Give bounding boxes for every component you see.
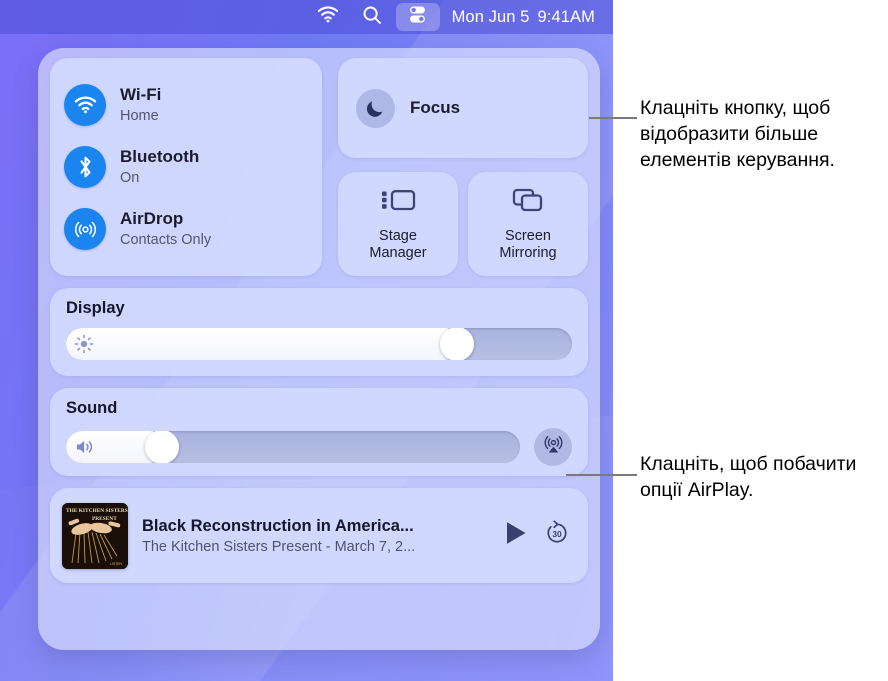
focus-tile[interactable]: Focus	[338, 58, 588, 158]
airplay-audio-button[interactable]	[534, 428, 572, 467]
screen-mirroring-label: Screen Mirroring	[499, 227, 557, 261]
callout-controls: Клацніть кнопку, щоб відобразити більше …	[640, 97, 835, 171]
connectivity-item-airdrop[interactable]: AirDrop Contacts Only	[64, 201, 308, 257]
connectivity-title-wifi: Wi-Fi	[120, 85, 162, 105]
sound-label: Sound	[66, 399, 118, 417]
sound-controls-row	[66, 428, 572, 467]
callout-leader-line-airplay	[566, 474, 637, 476]
menu-bar: Mon Jun 5 9:41AM	[0, 0, 613, 34]
airplay-icon	[542, 433, 565, 461]
stage-manager-label: Stage Manager	[369, 227, 427, 261]
callout-leader-line-controls	[589, 117, 637, 119]
connectivity-title-bluetooth: Bluetooth	[120, 147, 200, 167]
now-playing-tile: THE KITCHEN SISTERS PRESENT LISTEN Black…	[50, 488, 588, 583]
desktop-screenshot: Mon Jun 5 9:41AM Wi-Fi Home Bluetooth On…	[0, 0, 613, 681]
screen-mirroring-icon	[511, 186, 545, 219]
stage-manager-icon	[379, 186, 417, 219]
svg-text:THE KITCHEN SISTERS: THE KITCHEN SISTERS	[66, 508, 128, 514]
search-icon	[362, 5, 382, 30]
airdrop-icon	[64, 208, 106, 250]
menubar-wifi-status[interactable]	[306, 0, 350, 34]
sound-tile: Sound	[50, 388, 588, 476]
display-label: Display	[66, 299, 125, 317]
wifi-icon	[317, 6, 339, 28]
connectivity-status-wifi: Home	[120, 107, 159, 124]
brightness-icon	[74, 334, 94, 354]
screen-mirroring-tile[interactable]: Screen Mirroring	[468, 172, 588, 276]
svg-text:PRESENT: PRESENT	[92, 516, 117, 522]
menubar-time-label: 9:41AM	[537, 7, 595, 26]
now-playing-controls: 30	[504, 520, 570, 551]
connectivity-status-bluetooth: On	[120, 169, 140, 186]
control-center-panel: Wi-Fi Home Bluetooth On AirDrop Contacts…	[38, 48, 600, 650]
svg-text:LISTEN: LISTEN	[110, 562, 122, 566]
connectivity-title-airdrop: AirDrop	[120, 209, 184, 229]
brightness-slider-fill	[66, 328, 461, 361]
skip-forward-label: 30	[552, 529, 562, 539]
focus-label: Focus	[410, 98, 461, 117]
moon-icon	[356, 88, 395, 128]
now-playing-title: Black Reconstruction in America...	[142, 516, 414, 535]
album-artwork[interactable]: THE KITCHEN SISTERS PRESENT LISTEN	[62, 502, 128, 569]
connectivity-item-bluetooth[interactable]: Bluetooth On	[64, 139, 308, 195]
screenshot-root: Mon Jun 5 9:41AM Wi-Fi Home Bluetooth On…	[0, 0, 888, 681]
now-playing-subtitle: The Kitchen Sisters Present - March 7, 2…	[142, 538, 416, 555]
skip-forward-30-icon[interactable]: 30	[544, 520, 570, 551]
brightness-slider[interactable]	[66, 328, 572, 361]
control-center-icon	[407, 4, 428, 30]
now-playing-meta: Black Reconstruction in America... The K…	[142, 517, 490, 555]
volume-slider[interactable]	[66, 431, 520, 464]
connectivity-tile: Wi-Fi Home Bluetooth On AirDrop Contacts…	[50, 58, 322, 276]
callout-airplay: Клацніть, щоб побачити опції AirPlay.	[640, 453, 857, 501]
menubar-control-center-button[interactable]	[395, 3, 440, 31]
menubar-clock[interactable]: Mon Jun 5 9:41AM	[442, 8, 595, 27]
display-tile: Display	[50, 288, 588, 376]
volume-icon	[74, 438, 97, 457]
stage-manager-tile[interactable]: Stage Manager	[338, 172, 458, 276]
connectivity-item-wifi[interactable]: Wi-Fi Home	[64, 77, 308, 133]
volume-slider-knob[interactable]	[144, 431, 179, 464]
wifi-icon	[64, 84, 106, 126]
control-center-top-row: Wi-Fi Home Bluetooth On AirDrop Contacts…	[50, 58, 588, 276]
brightness-slider-knob[interactable]	[439, 328, 474, 361]
connectivity-status-airdrop: Contacts Only	[120, 231, 212, 248]
play-button[interactable]	[504, 520, 528, 551]
menubar-spotlight-button[interactable]	[350, 0, 394, 34]
menubar-date-label: Mon Jun 5	[451, 7, 530, 26]
bluetooth-icon	[64, 146, 106, 188]
